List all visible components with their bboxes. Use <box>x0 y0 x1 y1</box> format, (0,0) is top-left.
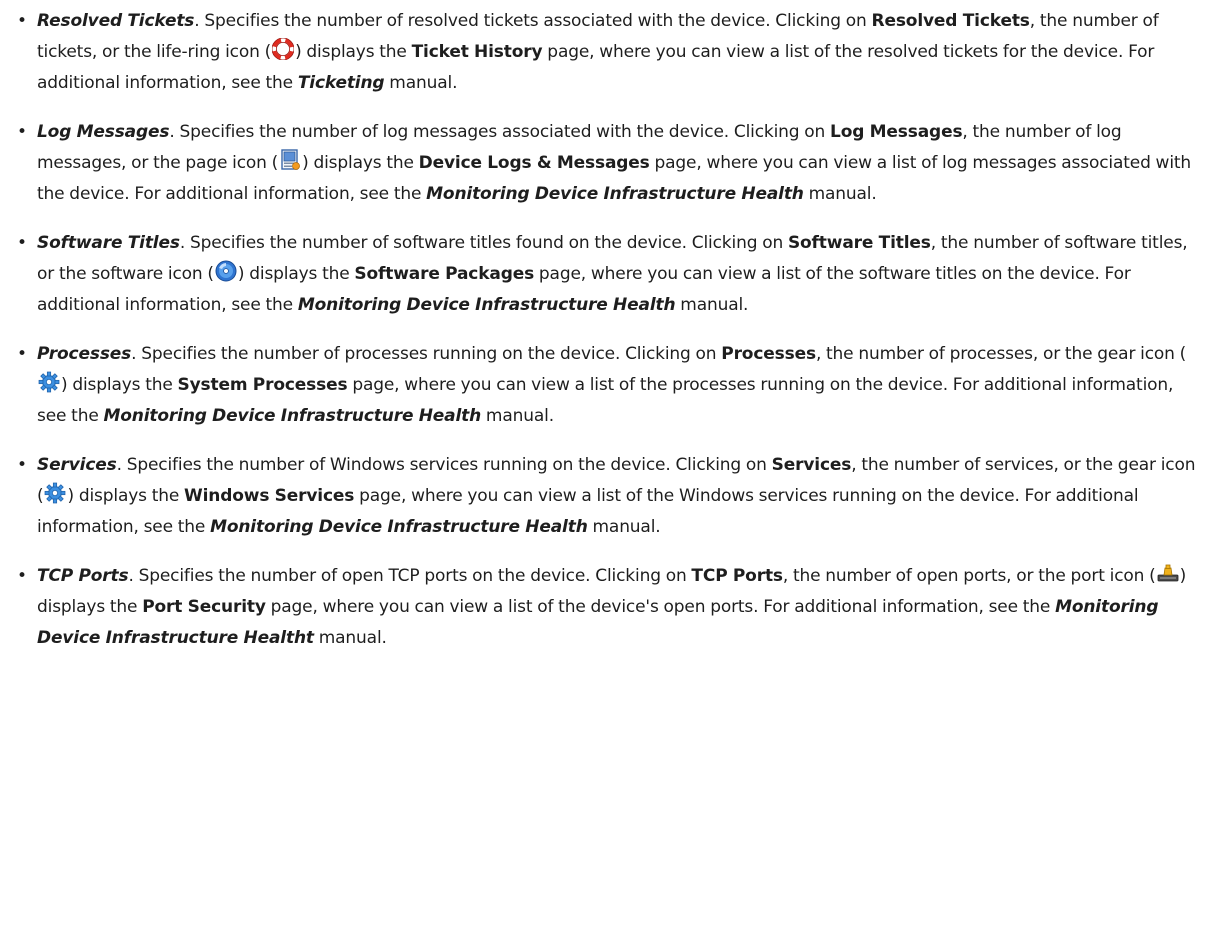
list-item-services: Services. Specifies the number of Window… <box>17 450 1203 543</box>
list-item-processes: Processes. Specifies the number of proce… <box>17 339 1203 432</box>
list-item-log-messages: Log Messages. Specifies the number of lo… <box>17 117 1203 210</box>
ui-reference: Resolved Tickets <box>871 11 1030 31</box>
port-icon <box>1157 562 1179 584</box>
description-text: manual. <box>313 628 387 648</box>
description-text: page, where you can view a list of the d… <box>265 597 1056 617</box>
list-item-software-titles: Software Titles. Specifies the number of… <box>17 228 1203 321</box>
ui-reference: Software Titles <box>787 233 931 253</box>
description-text: . Specifies the number of Windows servic… <box>116 455 772 475</box>
description-text: manual. <box>675 295 749 315</box>
description-text: ) displays the <box>67 486 184 506</box>
description-text: manual. <box>384 73 458 93</box>
page-reference: System Processes <box>177 375 348 395</box>
gear-icon <box>44 482 66 504</box>
page-reference: Device Logs & Messages <box>418 153 650 173</box>
description-text: ) displays the <box>295 42 412 62</box>
manual-reference: Monitoring Device Infrastructure Health <box>103 406 482 426</box>
gear-icon <box>38 371 60 393</box>
description-text: . Specifies the number of processes runn… <box>131 344 722 364</box>
list-item-resolved-tickets: Resolved Tickets. Specifies the number o… <box>17 6 1203 99</box>
term-label: Processes <box>37 344 132 364</box>
term-label: Services <box>37 455 117 475</box>
description-text: ) displays the <box>237 264 355 284</box>
field-description-list: Resolved Tickets. Specifies the number o… <box>17 6 1203 654</box>
ui-reference: Log Messages <box>830 122 963 142</box>
page-icon <box>279 149 301 171</box>
page-reference: Windows Services <box>184 486 355 506</box>
manual-reference: Monitoring Device Infrastructure Health <box>297 295 676 315</box>
description-text: . Specifies the number of open TCP ports… <box>128 566 692 586</box>
description-text: ) displays the <box>61 375 178 395</box>
term-label: Log Messages <box>37 122 170 142</box>
description-text: , the number of open ports, or the port … <box>782 566 1156 586</box>
life-ring-icon <box>272 38 295 60</box>
page-reference: Software Packages <box>354 264 535 284</box>
description-text: manual. <box>481 406 554 426</box>
term-label: Resolved Tickets <box>37 11 195 31</box>
manual-reference: Ticketing <box>297 73 385 93</box>
term-label: Software Titles <box>37 233 180 253</box>
list-item-tcp-ports: TCP Ports. Specifies the number of open … <box>17 561 1203 654</box>
ui-reference: Services <box>771 455 852 475</box>
description-text: ) displays the <box>302 153 419 173</box>
term-label: TCP Ports <box>37 566 129 586</box>
description-text: manual. <box>587 517 661 537</box>
document-page: Resolved Tickets. Specifies the number o… <box>0 0 1217 942</box>
description-text: . Specifies the number of software title… <box>179 233 788 253</box>
software-disc-icon <box>215 260 237 282</box>
description-text: . Specifies the number of log messages a… <box>169 122 831 142</box>
description-text: manual. <box>803 184 877 204</box>
ui-reference: Processes <box>721 344 816 364</box>
ui-reference: TCP Ports <box>691 566 783 586</box>
manual-reference: Monitoring Device Infrastructure Health <box>210 517 588 537</box>
page-reference: Ticket History <box>411 42 543 62</box>
description-text: . Specifies the number of resolved ticke… <box>194 11 872 31</box>
manual-reference: Monitoring Device Infrastructure Health <box>426 184 804 204</box>
page-reference: Port Security <box>142 597 266 617</box>
description-text: , the number of processes, or the gear i… <box>815 344 1187 364</box>
